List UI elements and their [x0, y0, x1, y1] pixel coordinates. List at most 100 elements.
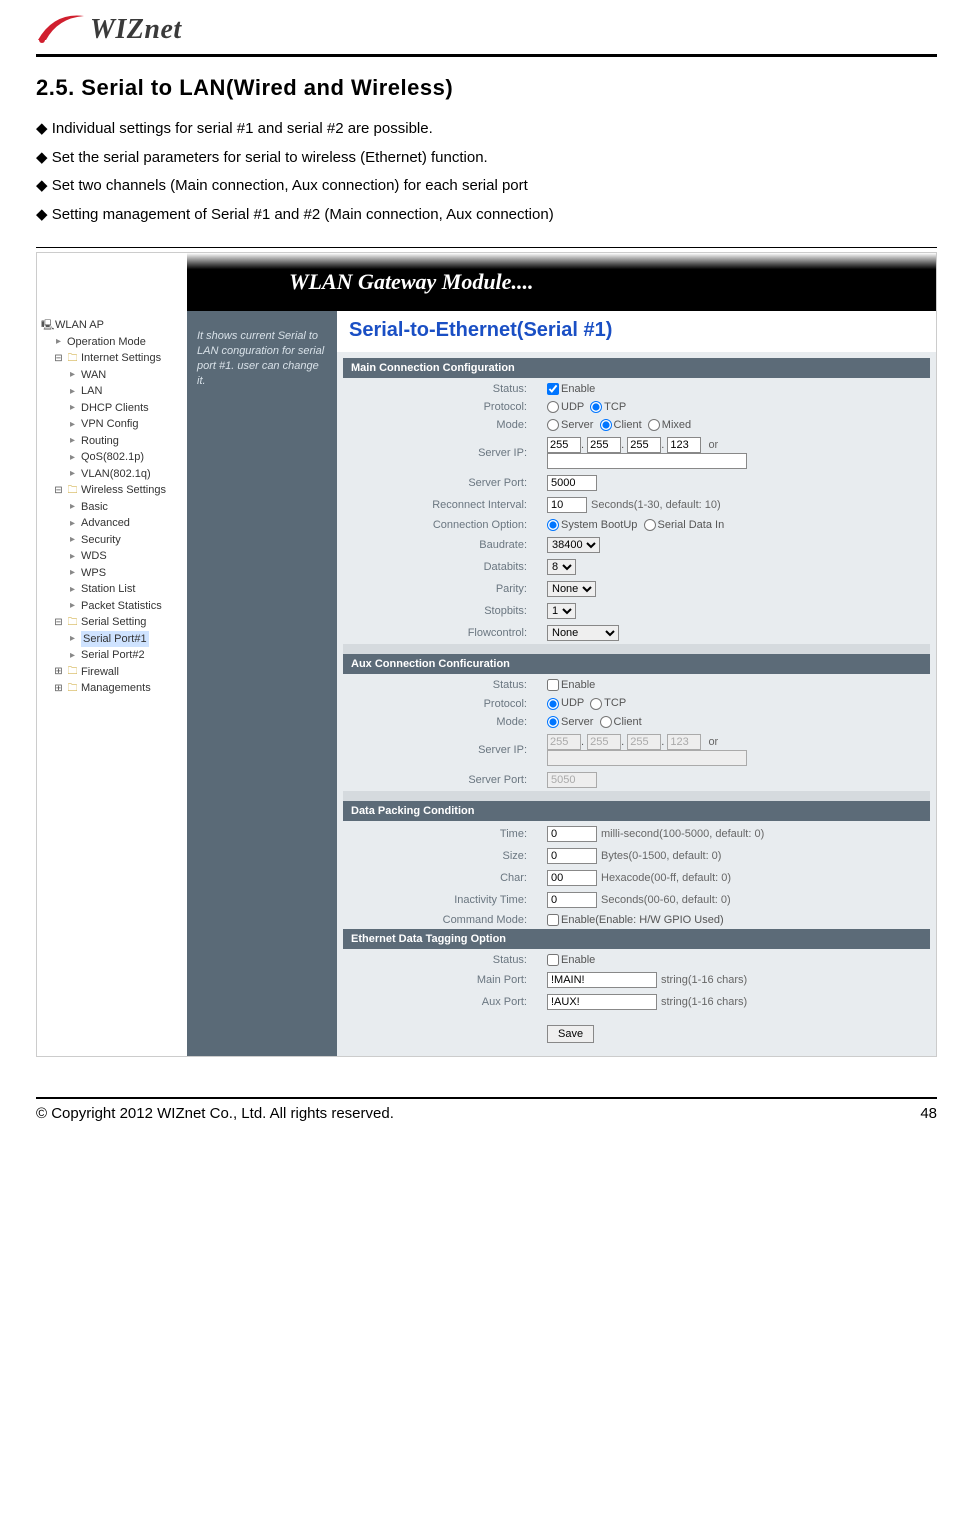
logo-swoosh-icon — [36, 10, 86, 50]
aux-mode-server[interactable] — [547, 716, 559, 728]
embedded-screenshot: WLAN Gateway Module.... 🖳WLAN AP ▸Operat… — [36, 252, 937, 1057]
pack-inactivity[interactable] — [547, 892, 597, 908]
tree-item[interactable]: ▸Station List — [39, 581, 185, 598]
label-server-ip: Server IP: — [343, 434, 543, 472]
label-baud: Baudrate: — [343, 534, 543, 556]
tree-item[interactable]: ▸VLAN(802.1q) — [39, 466, 185, 483]
label-server-port: Server Port: — [343, 472, 543, 494]
tree-item[interactable]: ▸Operation Mode — [39, 334, 185, 351]
cmd-mode-checkbox[interactable] — [547, 914, 559, 926]
page-number: 48 — [920, 1105, 937, 1122]
bullet-item: Setting management of Serial #1 and #2 (… — [36, 201, 937, 230]
nav-tree: 🖳WLAN AP ▸Operation Mode ⊟🗀Internet Sett… — [37, 311, 187, 1056]
bullet-item: Individual settings for serial #1 and se… — [36, 115, 937, 144]
copyright: © Copyright 2012 WIZnet Co., Ltd. All ri… — [36, 1105, 394, 1122]
main-ip-3[interactable] — [627, 437, 661, 453]
connopt-serialdata[interactable] — [644, 519, 656, 531]
tag-main[interactable] — [547, 972, 657, 988]
main-proto-tcp[interactable] — [590, 401, 602, 413]
label-mode: Mode: — [343, 416, 543, 434]
stopbits-select[interactable]: 1 — [547, 603, 576, 619]
tree-item[interactable]: ⊟🗀Internet Settings — [39, 350, 185, 367]
tree-item[interactable]: ▸Advanced — [39, 515, 185, 532]
label-parity: Parity: — [343, 578, 543, 600]
aux-port — [547, 772, 597, 788]
label-conn-option: Connection Option: — [343, 516, 543, 534]
pack-char[interactable] — [547, 870, 597, 886]
tree-item[interactable]: ⊞🗀Firewall — [39, 664, 185, 681]
pack-size[interactable] — [547, 848, 597, 864]
label-databits: Databits: — [343, 556, 543, 578]
tree-item[interactable]: ▸DHCP Clients — [39, 400, 185, 417]
aux-ip-3 — [627, 734, 661, 750]
aux-proto-tcp[interactable] — [590, 698, 602, 710]
aux-mode-client[interactable] — [600, 716, 612, 728]
content-title: Serial-to-Ethernet(Serial #1) — [337, 311, 936, 352]
tree-item[interactable]: ▸Packet Statistics — [39, 598, 185, 615]
main-proto-udp[interactable] — [547, 401, 559, 413]
main-mode-mixed[interactable] — [648, 419, 660, 431]
main-mode-client[interactable] — [600, 419, 612, 431]
tree-item[interactable]: ⊟🗀Wireless Settings — [39, 482, 185, 499]
main-ip-4[interactable] — [667, 437, 701, 453]
divider — [36, 54, 937, 57]
section-main: Main Connection Configuration — [343, 358, 930, 378]
logo-text: WIZnet — [90, 14, 182, 46]
banner-title: WLAN Gateway Module.... — [289, 269, 533, 295]
tree-item[interactable]: ▸Basic — [39, 499, 185, 516]
label-status: Status: — [343, 380, 543, 398]
bullet-item: Set the serial parameters for serial to … — [36, 144, 937, 173]
page-footer: © Copyright 2012 WIZnet Co., Ltd. All ri… — [36, 1097, 937, 1122]
label-reconnect: Reconnect Interval: — [343, 494, 543, 516]
aux-proto-udp[interactable] — [547, 698, 559, 710]
main-ip-1[interactable] — [547, 437, 581, 453]
main-ip-2[interactable] — [587, 437, 621, 453]
tree-item[interactable]: ▸Routing — [39, 433, 185, 450]
main-enable-checkbox[interactable] — [547, 383, 559, 395]
tree-item[interactable]: ▸VPN Config — [39, 416, 185, 433]
main-port[interactable] — [547, 475, 597, 491]
parity-select[interactable]: None — [547, 581, 596, 597]
label-protocol: Protocol: — [343, 398, 543, 416]
databits-select[interactable]: 8 — [547, 559, 576, 575]
aux-enable-checkbox[interactable] — [547, 679, 559, 691]
main-hostname[interactable] — [547, 453, 747, 469]
tree-item[interactable]: ⊞🗀Managements — [39, 680, 185, 697]
tree-root-label: WLAN AP — [55, 317, 104, 334]
form-panel: Serial-to-Ethernet(Serial #1) Main Conne… — [337, 311, 936, 1056]
bullet-item: Set two channels (Main connection, Aux c… — [36, 172, 937, 201]
label-flowcontrol: Flowcontrol: — [343, 622, 543, 644]
section-packing: Data Packing Condition — [343, 801, 930, 821]
tree-item[interactable]: ▸WAN — [39, 367, 185, 384]
pack-time[interactable] — [547, 826, 597, 842]
save-button[interactable]: Save — [547, 1025, 594, 1043]
flowcontrol-select[interactable]: None — [547, 625, 619, 641]
description-panel: It shows current Serial to LAN congurati… — [187, 311, 337, 1056]
aux-ip-1 — [547, 734, 581, 750]
logo: WIZnet — [36, 10, 937, 50]
tree-item[interactable]: ⊟🗀Serial Setting — [39, 614, 185, 631]
tree-item[interactable]: ▸WPS — [39, 565, 185, 582]
baud-select[interactable]: 38400 — [547, 537, 600, 553]
tree-item[interactable]: ▸WDS — [39, 548, 185, 565]
tag-enable-checkbox[interactable] — [547, 954, 559, 966]
tree-item-selected[interactable]: ▸Serial Port#1 — [39, 631, 185, 648]
aux-ip-2 — [587, 734, 621, 750]
main-mode-server[interactable] — [547, 419, 559, 431]
banner: WLAN Gateway Module.... — [37, 253, 936, 311]
tree-item[interactable]: ▸QoS(802.1p) — [39, 449, 185, 466]
label-stopbits: Stopbits: — [343, 600, 543, 622]
tag-aux[interactable] — [547, 994, 657, 1010]
section-heading: 2.5. Serial to LAN(Wired and Wireless) — [36, 75, 937, 101]
tree-item[interactable]: ▸Serial Port#2 — [39, 647, 185, 664]
aux-hostname — [547, 750, 747, 766]
bullet-list: Individual settings for serial #1 and se… — [36, 115, 937, 229]
section-tagging: Ethernet Data Tagging Option — [343, 929, 930, 949]
tree-item[interactable]: ▸Security — [39, 532, 185, 549]
connopt-bootup[interactable] — [547, 519, 559, 531]
tree-item[interactable]: ▸LAN — [39, 383, 185, 400]
aux-ip-4 — [667, 734, 701, 750]
tree-root[interactable]: 🖳WLAN AP — [39, 317, 185, 334]
section-aux: Aux Connection Conficuration — [343, 654, 930, 674]
main-reconnect[interactable] — [547, 497, 587, 513]
